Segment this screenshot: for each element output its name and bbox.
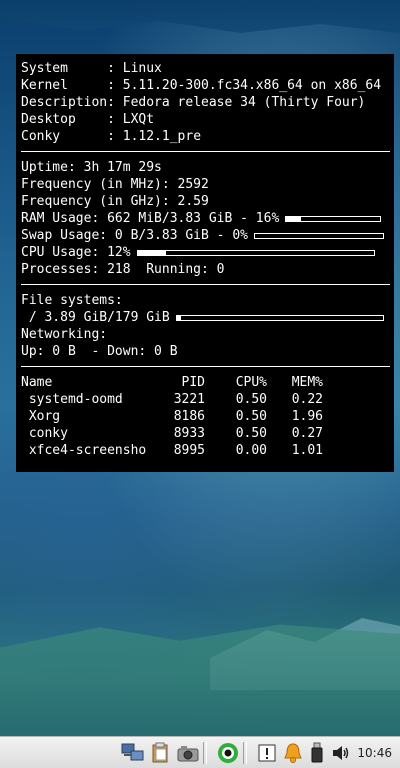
networking-heading: Networking: [21, 327, 108, 342]
ram-text: RAM Usage: 662 MiB/3.83 GiB - 16% [21, 211, 280, 226]
processes-text: Processes: 218 Running: 0 [21, 262, 225, 277]
ram-row: RAM Usage: 662 MiB/3.83 GiB - 16% [21, 210, 390, 227]
notes-icon[interactable] [257, 741, 277, 765]
swap-row: Swap Usage: 0 B/3.83 GiB - 0% [21, 227, 390, 244]
process-table-header: Name PID CPU% MEM% [21, 374, 390, 391]
col-pid-header: PID [181, 375, 205, 390]
conky-version-row: Conky : 1.12.1_pre [21, 128, 390, 145]
system-row: System : Linux [21, 60, 390, 77]
freq-mhz-text: Frequency (in MHz): 2592 [21, 177, 209, 192]
screenshot-icon[interactable] [177, 741, 199, 765]
clipboard-icon[interactable] [151, 741, 171, 765]
freq-ghz-text: Frequency (in GHz): 2.59 [21, 194, 209, 209]
divider [21, 151, 390, 152]
swap-usage-bar [253, 232, 384, 239]
description-row: Description: Fedora release 34 (Thirty F… [21, 94, 390, 111]
cpu-row: CPU Usage: 12% [21, 244, 390, 261]
tray-separator [243, 741, 248, 764]
process-name: Xorg [21, 409, 61, 424]
process-pid: 3221 [173, 392, 205, 407]
fs-root-row: / 3.89 GiB/179 GiB [21, 309, 390, 326]
desktop-value: LXQt [122, 112, 155, 127]
system-label: System : [21, 61, 123, 76]
table-row: conky 8933 0.50 0.27 [21, 425, 390, 442]
tray-separator [203, 741, 208, 764]
net-heading-row: Networking: [21, 326, 390, 343]
clock[interactable]: 10:46 [357, 746, 392, 760]
processes-row: Processes: 218 Running: 0 [21, 261, 390, 278]
conky-icon[interactable] [217, 741, 239, 765]
taskbar: 10:46 [0, 736, 400, 768]
fs-root-usage-fill [176, 315, 181, 320]
process-pid: 8995 [173, 443, 205, 458]
conky-panel: System : Linux Kernel : 5.11.20-300.fc34… [16, 54, 394, 472]
process-mem: 0.27 [291, 426, 323, 441]
fs-root-usage-bar [175, 314, 384, 321]
table-row: Xorg 8186 0.50 1.96 [21, 408, 390, 425]
freq-ghz-row: Frequency (in GHz): 2.59 [21, 193, 390, 210]
net-row: Up: 0 B - Down: 0 B [21, 343, 390, 360]
uptime-text: Uptime: 3h 17m 29s [21, 160, 162, 175]
fs-root-text: / 3.89 GiB/179 GiB [21, 310, 170, 325]
table-row: xfce4-screensho 8995 0.00 1.01 [21, 442, 390, 459]
fs-heading-row: File systems: [21, 292, 390, 309]
description-value: Fedora release 34 (Thirty Four) [122, 95, 366, 110]
system-value: Linux [122, 61, 162, 76]
table-row: systemd-oomd 3221 0.50 0.22 [21, 391, 390, 408]
conky-value: 1.12.1_pre [122, 129, 202, 144]
kernel-label: Kernel : [21, 78, 123, 93]
usb-drive-icon[interactable] [309, 741, 325, 765]
desktop-label: Desktop : [21, 112, 123, 127]
cpu-usage-fill [137, 250, 166, 255]
process-cpu: 0.50 [235, 392, 267, 407]
process-name: systemd-oomd [21, 392, 123, 407]
process-cpu: 0.00 [235, 443, 267, 458]
divider [21, 366, 390, 367]
conky-label: Conky : [21, 129, 123, 144]
uptime-row: Uptime: 3h 17m 29s [21, 159, 390, 176]
cpu-text: CPU Usage: 12% [21, 245, 131, 260]
freq-mhz-row: Frequency (in MHz): 2592 [21, 176, 390, 193]
col-name-header: Name [21, 375, 53, 390]
process-pid: 8933 [173, 426, 205, 441]
kernel-value: 5.11.20-300.fc34.x86_64 on x86_64 [122, 78, 382, 93]
description-label: Description: [21, 95, 123, 110]
process-cpu: 0.50 [235, 409, 267, 424]
wallpaper-hills [0, 0, 400, 33]
process-name: conky [21, 426, 68, 441]
process-name: xfce4-screensho [21, 443, 147, 458]
process-mem: 0.22 [291, 392, 323, 407]
filesystems-heading: File systems: [21, 293, 123, 308]
process-pid: 8186 [173, 409, 205, 424]
network-icon[interactable] [121, 741, 145, 765]
wallpaper-grass [0, 624, 400, 736]
process-mem: 1.96 [291, 409, 323, 424]
volume-icon[interactable] [331, 741, 351, 765]
divider [21, 284, 390, 285]
notification-bell-icon[interactable] [283, 741, 303, 765]
ram-usage-fill [286, 216, 302, 221]
process-mem: 1.01 [291, 443, 323, 458]
col-cpu-header: CPU% [235, 375, 267, 390]
networking-text: Up: 0 B - Down: 0 B [21, 344, 178, 359]
kernel-row: Kernel : 5.11.20-300.fc34.x86_64 on x86_… [21, 77, 390, 94]
ram-usage-bar [285, 215, 382, 222]
process-cpu: 0.50 [235, 426, 267, 441]
col-mem-header: MEM% [291, 375, 323, 390]
desktop-row: Desktop : LXQt [21, 111, 390, 128]
cpu-usage-bar [136, 249, 375, 256]
swap-text: Swap Usage: 0 B/3.83 GiB - 0% [21, 228, 248, 243]
